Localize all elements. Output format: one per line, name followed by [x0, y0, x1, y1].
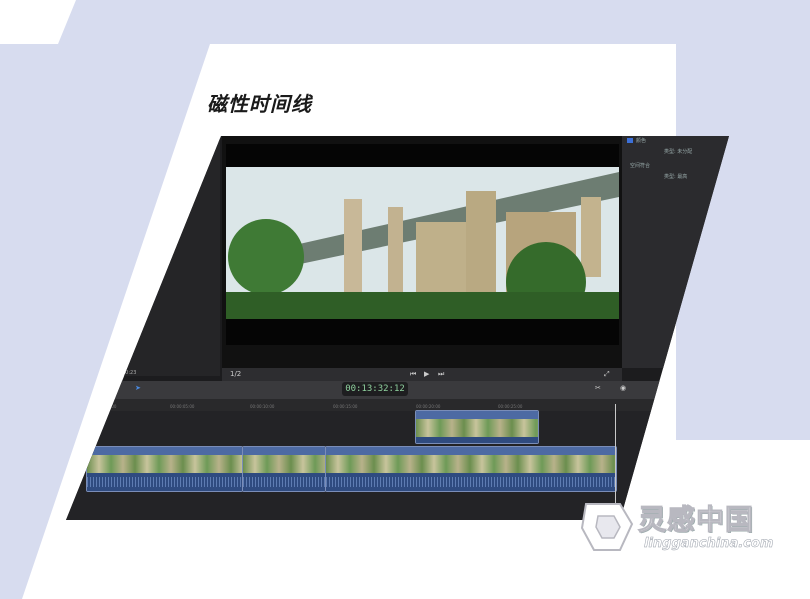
timeline-clip[interactable] [325, 446, 617, 492]
skip-back-icon[interactable]: ⏮ [410, 370, 416, 379]
visibility-icon[interactable]: ◉ [620, 384, 626, 392]
zoom-label[interactable]: 1/2 [230, 370, 241, 378]
skip-forward-icon[interactable]: ⏭ [438, 370, 444, 379]
viewer-transport-bar [222, 368, 622, 382]
letterbox-bottom [226, 319, 619, 345]
inspector-panel[interactable] [622, 136, 729, 368]
viewer-frame-image [226, 167, 619, 319]
play-icon[interactable]: ▶ [424, 370, 429, 378]
bridge-image [226, 167, 619, 319]
ruler-tick: 00:00:20:00 [416, 404, 441, 409]
fullscreen-icon[interactable]: ⤢ [604, 370, 610, 379]
watermark-brand: 灵感中国 [637, 503, 755, 537]
inspector-row: 颜色 [636, 138, 647, 144]
select-tool-icon[interactable]: ➤ [135, 384, 141, 392]
watermark-logo: 灵感中国 lingganchina.com [580, 496, 795, 560]
effects-icon[interactable]: ✂ [595, 384, 601, 392]
timeline-ruler[interactable] [66, 399, 729, 411]
connected-clip[interactable] [415, 410, 539, 444]
ruler-tick: 00:00:10:00 [250, 404, 275, 409]
slide-title: 磁性时间线 [207, 92, 312, 116]
timecode-display[interactable]: 00:13:32:12 [342, 382, 408, 396]
inspector-row[interactable]: 类型: 未分配 [664, 148, 692, 155]
ruler-tick: 00:00:05:00 [170, 404, 195, 409]
inspector-row[interactable]: 类型: 最高 [664, 173, 687, 180]
letterbox-top [226, 144, 619, 167]
ruler-tick: 00:00:15:00 [333, 404, 358, 409]
ruler-tick: 00:00:25:00 [498, 404, 523, 409]
timeline-clip[interactable] [86, 446, 243, 492]
inspector-selected-icon [627, 138, 633, 143]
inspector-row: 空间符合 [630, 163, 651, 169]
logo-mark-icon [580, 503, 634, 551]
watermark-url: lingganchina.com [644, 536, 774, 552]
timeline-clip[interactable] [242, 446, 326, 492]
